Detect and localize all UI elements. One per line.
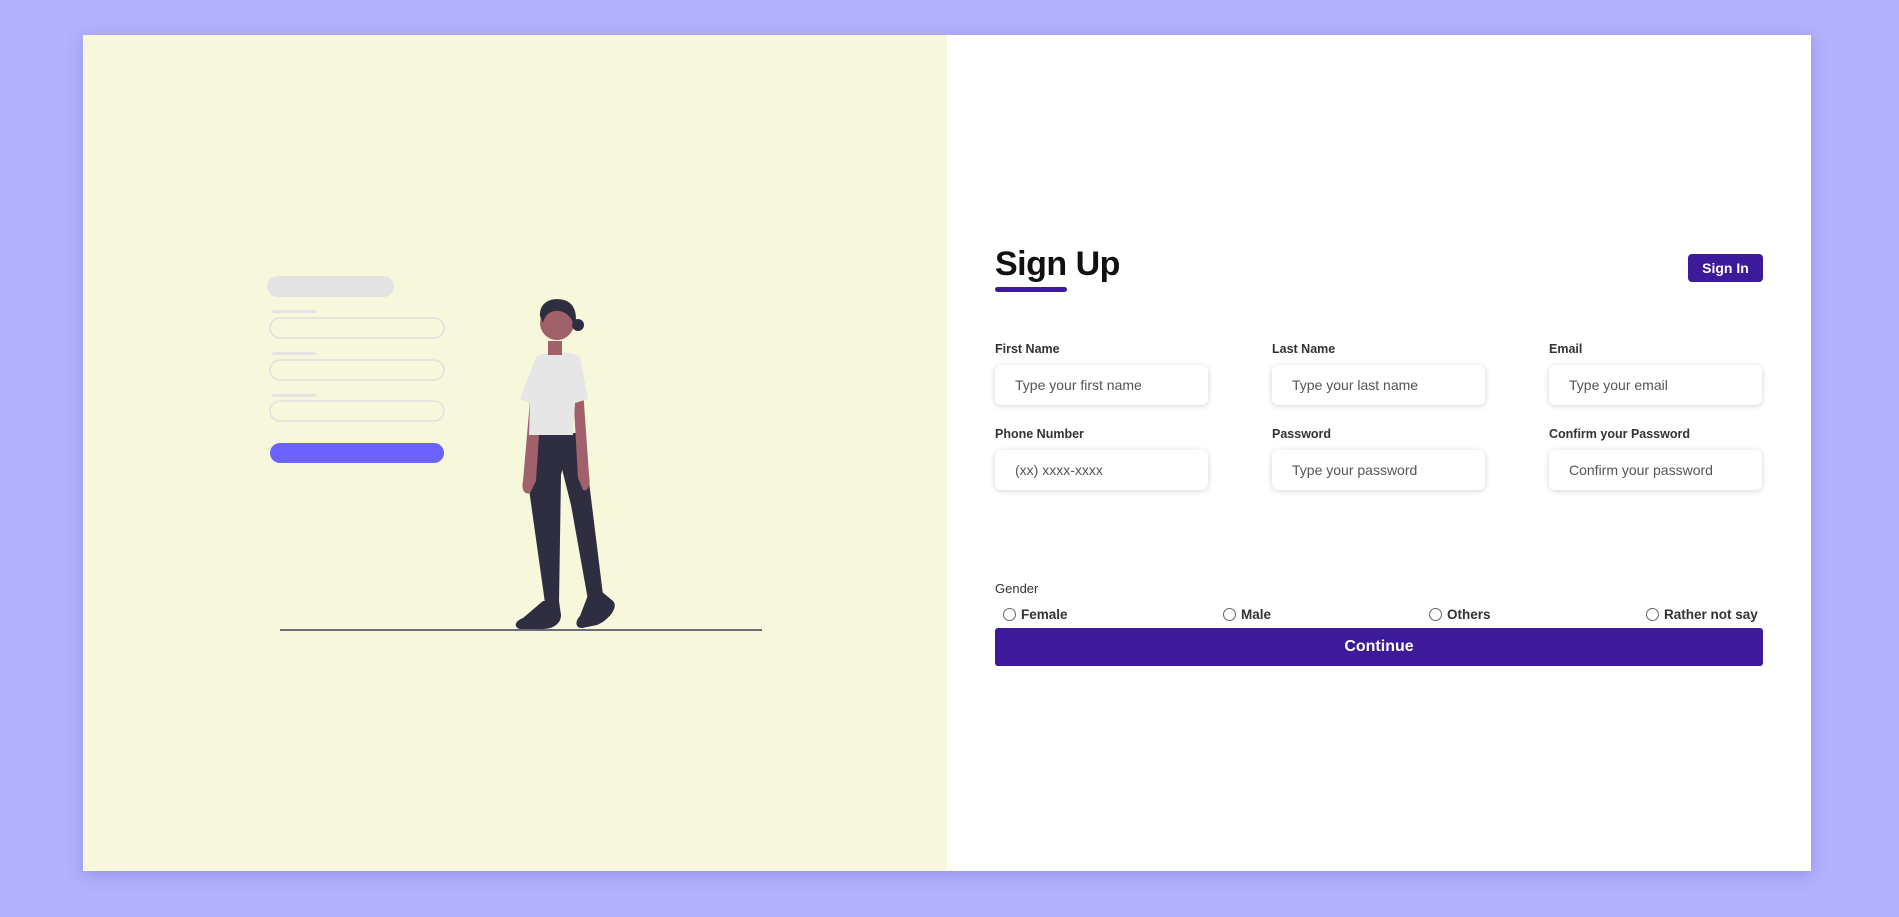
neck-shape bbox=[548, 341, 562, 355]
radio-others[interactable] bbox=[1429, 608, 1442, 621]
radio-female[interactable] bbox=[1003, 608, 1016, 621]
phone-input[interactable] bbox=[995, 450, 1208, 490]
email-input[interactable] bbox=[1549, 365, 1762, 405]
gender-option-label: Rather not say bbox=[1664, 607, 1758, 622]
mock-form-header-shape bbox=[267, 276, 394, 297]
back-shoe-shape bbox=[576, 591, 615, 628]
confirm-password-field-group: Confirm your Password bbox=[1549, 427, 1762, 490]
mock-field-shape bbox=[269, 359, 445, 381]
radio-male[interactable] bbox=[1223, 608, 1236, 621]
gender-option-female[interactable]: Female bbox=[1003, 607, 1068, 622]
first-name-label: First Name bbox=[995, 342, 1060, 356]
signup-fields: First Name Last Name Email Phone Number … bbox=[995, 342, 1763, 490]
hair-bun-shape bbox=[572, 319, 584, 331]
phone-field-group: Phone Number bbox=[995, 427, 1208, 490]
signup-form-panel: Sign Up Sign In First Name Last Name Ema… bbox=[947, 35, 1811, 871]
person-figure bbox=[515, 299, 615, 630]
mock-field-shape bbox=[269, 317, 445, 339]
radio-rather-not-say[interactable] bbox=[1646, 608, 1659, 621]
illustration-panel bbox=[83, 35, 947, 871]
mock-field-label-shape bbox=[272, 352, 316, 355]
signin-button[interactable]: Sign In bbox=[1688, 254, 1763, 282]
gender-label: Gender bbox=[995, 581, 1039, 596]
gender-group: Gender Female Male Others Rather not say bbox=[995, 581, 1763, 625]
email-field-group: Email bbox=[1549, 342, 1762, 405]
first-name-input[interactable] bbox=[995, 365, 1208, 405]
mock-field-shape bbox=[269, 400, 445, 422]
continue-button[interactable]: Continue bbox=[995, 628, 1763, 666]
mock-submit-shape bbox=[270, 443, 444, 463]
mock-field-label-shape bbox=[272, 310, 316, 313]
gender-option-label: Male bbox=[1241, 607, 1272, 622]
password-input[interactable] bbox=[1272, 450, 1485, 490]
gender-options: Female Male Others Rather not say bbox=[995, 607, 1763, 625]
page-title: Sign Up bbox=[995, 245, 1120, 283]
mock-field-label-shape bbox=[272, 394, 316, 397]
signup-card: Sign Up Sign In First Name Last Name Ema… bbox=[83, 35, 1811, 871]
last-name-input[interactable] bbox=[1272, 365, 1485, 405]
last-name-label: Last Name bbox=[1272, 342, 1336, 356]
confirm-password-label: Confirm your Password bbox=[1549, 427, 1690, 441]
front-shoe-shape bbox=[515, 601, 561, 630]
password-field-group: Password bbox=[1272, 427, 1485, 490]
title-underline bbox=[995, 287, 1067, 292]
gender-option-rather-not-say[interactable]: Rather not say bbox=[1646, 607, 1758, 622]
gender-option-label: Female bbox=[1021, 607, 1068, 622]
gender-option-male[interactable]: Male bbox=[1223, 607, 1271, 622]
confirm-password-input[interactable] bbox=[1549, 450, 1762, 490]
phone-label: Phone Number bbox=[995, 427, 1084, 441]
first-name-field-group: First Name bbox=[995, 342, 1208, 405]
gender-option-label: Others bbox=[1447, 607, 1491, 622]
password-label: Password bbox=[1272, 427, 1332, 441]
email-label: Email bbox=[1549, 342, 1583, 356]
form-header: Sign Up Sign In bbox=[995, 243, 1763, 293]
mock-form-illustration bbox=[267, 276, 445, 463]
gender-option-others[interactable]: Others bbox=[1429, 607, 1491, 622]
signup-illustration bbox=[267, 276, 762, 631]
last-name-field-group: Last Name bbox=[1272, 342, 1485, 405]
